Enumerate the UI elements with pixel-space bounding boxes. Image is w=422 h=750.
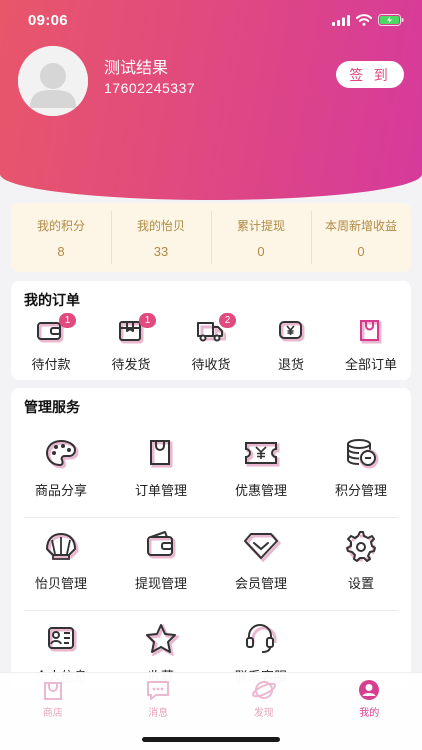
service-product-share[interactable]: 商品分享 [11, 424, 111, 517]
services-row: 商品分享 订单管理 优惠管理 积分管理 [11, 424, 411, 517]
order-pending-shipment[interactable]: 1 待发货 [91, 313, 171, 373]
service-coupon-management[interactable]: 优惠管理 [211, 424, 311, 517]
signal-icon [332, 14, 350, 26]
status-time: 09:06 [28, 11, 68, 29]
gear-icon [346, 531, 376, 562]
tab-discover[interactable]: 发现 [211, 673, 317, 719]
orders-title: 我的订单 [24, 293, 80, 309]
service-label: 提现管理 [134, 577, 187, 592]
service-member-management[interactable]: 会员管理 [211, 517, 311, 610]
order-label: 待发货 [111, 358, 151, 373]
order-label: 待收货 [191, 358, 231, 373]
user-phone: 17602245337 [104, 80, 196, 96]
headset-icon [246, 624, 277, 653]
profile-icon [359, 680, 380, 700]
services-row: 怡贝管理 提现管理 会员管理 设置 [11, 517, 411, 610]
service-beans-management[interactable]: 怡贝管理 [11, 517, 111, 610]
stats-panel: 我的积分 8 我的怡贝 33 累计提现 0 本周新增收益 0 [11, 203, 411, 272]
status-bar: 09:06 [28, 10, 404, 30]
service-label: 怡贝管理 [34, 577, 87, 592]
status-icons [332, 14, 404, 26]
diamond-icon [244, 533, 281, 563]
tab-messages[interactable]: 消息 [106, 673, 212, 719]
stat-points[interactable]: 我的积分 8 [11, 203, 111, 272]
stat-label: 我的怡贝 [136, 218, 185, 233]
palette-icon [45, 439, 79, 469]
service-points-management[interactable]: 积分管理 [311, 424, 411, 517]
order-label: 全部订单 [344, 358, 397, 373]
stat-withdrawn[interactable]: 累计提现 0 [211, 203, 311, 272]
service-withdraw-management[interactable]: 提现管理 [111, 517, 211, 610]
stat-beans[interactable]: 我的怡贝 33 [111, 203, 211, 272]
services-title: 管理服务 [24, 400, 80, 416]
discover-icon [251, 681, 276, 699]
service-label: 积分管理 [334, 484, 387, 499]
wifi-icon [356, 14, 372, 26]
stat-value: 8 [57, 243, 65, 259]
service-label: 会员管理 [234, 577, 287, 592]
order-returns[interactable]: 退货 [251, 317, 331, 373]
yen-return-icon [279, 321, 305, 342]
wallet-icon [147, 531, 176, 559]
tab-label: 我的 [359, 708, 380, 719]
service-label: 优惠管理 [234, 484, 287, 499]
order-pending-payment[interactable]: 1 待付款 [11, 313, 91, 373]
order-label: 退货 [277, 358, 304, 373]
stat-value: 0 [257, 243, 265, 259]
stat-weekly-income[interactable]: 本周新增收益 0 [311, 203, 411, 272]
avatar[interactable] [18, 46, 88, 116]
service-label: 订单管理 [134, 484, 187, 499]
order-label: 待付款 [31, 358, 71, 373]
battery-icon [378, 14, 404, 26]
default-avatar-icon [18, 46, 88, 116]
service-settings[interactable]: 设置 [311, 517, 411, 610]
stat-value: 0 [357, 243, 365, 259]
tab-shop[interactable]: 商店 [0, 673, 106, 719]
shell-icon [46, 533, 79, 560]
stat-label: 本周新增收益 [324, 218, 397, 233]
home-indicator[interactable] [142, 737, 280, 742]
service-label: 商品分享 [34, 484, 87, 499]
order-bag-icon [360, 320, 382, 344]
order-all[interactable]: 全部订单 [331, 317, 411, 373]
order-badge: 2 [219, 313, 236, 328]
profile-header: 09:06 测试结果 17602245337 签 到 [0, 0, 422, 200]
tab-label: 商店 [42, 708, 63, 719]
star-icon [145, 623, 179, 656]
services-card: 管理服务 商品分享 订单管理 优惠管理 积分管理 怡贝管理 提现管理 会员管理 … [11, 388, 411, 688]
orders-card: 我的订单 1 待付款 1 待发货 2 待收货 退货 全部订单 [11, 281, 411, 380]
tab-mine[interactable]: 我的 [317, 673, 422, 719]
services-grid: 商品分享 订单管理 优惠管理 积分管理 怡贝管理 提现管理 会员管理 设置 [11, 424, 411, 688]
id-card-icon [48, 627, 77, 652]
message-icon [147, 681, 170, 700]
service-order-management[interactable]: 订单管理 [111, 424, 211, 517]
user-name: 测试结果 [104, 58, 169, 77]
bottom-tab-bar: 商店 消息 发现 我的 [0, 672, 422, 750]
coupon-icon [245, 442, 280, 467]
stat-value: 33 [153, 243, 169, 259]
signin-button[interactable]: 签 到 [336, 61, 404, 88]
shop-icon [43, 682, 62, 700]
bag-icon [150, 440, 173, 468]
tab-label: 消息 [148, 708, 169, 719]
coins-icon [347, 439, 379, 469]
order-status-row: 1 待付款 1 待发货 2 待收货 退货 全部订单 [11, 313, 411, 373]
service-label: 设置 [347, 577, 374, 592]
stat-label: 累计提现 [236, 218, 285, 233]
order-pending-receipt[interactable]: 2 待收货 [171, 313, 251, 373]
tab-label: 发现 [253, 708, 274, 719]
stat-label: 我的积分 [36, 218, 85, 233]
order-badge: 1 [139, 313, 156, 328]
order-badge: 1 [59, 313, 76, 328]
